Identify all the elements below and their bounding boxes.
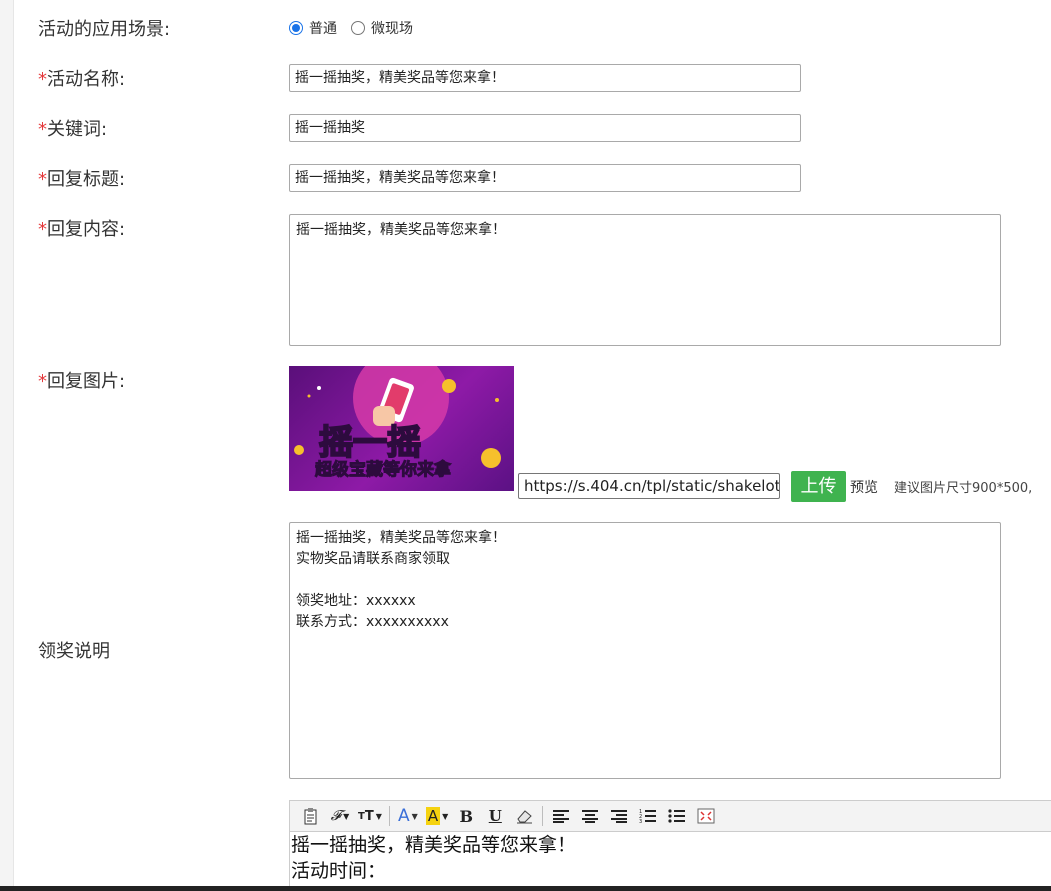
align-left-icon[interactable]: [550, 805, 572, 827]
underline-icon[interactable]: U: [484, 805, 506, 827]
unordered-list-icon[interactable]: [666, 805, 688, 827]
toolbar-separator: [542, 806, 544, 826]
keyword-input[interactable]: 摇一摇抽奖: [289, 114, 801, 142]
editor-line-2: 活动时间：: [291, 860, 387, 882]
left-border: [0, 0, 14, 891]
eraser-icon[interactable]: [513, 805, 535, 827]
banner-sub-text-1: 超级: [315, 459, 349, 480]
reply-image-label-text: 回复图片:: [47, 371, 126, 392]
window-bottom-edge: [0, 886, 1051, 891]
scene-radio-normal[interactable]: [289, 21, 303, 35]
editor-line-1: 摇一摇抽奖，精美奖品等您来拿！: [291, 834, 577, 856]
scene-radio-group: 普通 微现场: [289, 17, 423, 39]
image-size-hint: 建议图片尺寸900*500,: [894, 481, 1033, 496]
reply-title-input[interactable]: 摇一摇抽奖，精美奖品等您来拿！: [289, 164, 801, 192]
banner-sub-text-2: 宝藏: [349, 459, 383, 480]
fullscreen-icon[interactable]: [695, 805, 717, 827]
required-mark: *: [38, 219, 47, 240]
prize-info-label: 领奖说明: [38, 641, 110, 662]
required-mark: *: [38, 169, 47, 190]
preview-link[interactable]: 预览: [850, 477, 878, 497]
scene-radio-live[interactable]: [351, 21, 365, 35]
banner-sub-text-3: 等你来拿: [383, 459, 452, 480]
rich-editor-body[interactable]: 摇一摇抽奖，精美奖品等您来拿！ 活动时间：: [289, 832, 1051, 891]
upload-button[interactable]: 上传: [791, 471, 846, 502]
prize-info-textarea[interactable]: 摇一摇抽奖，精美奖品等您来拿！ 实物奖品请联系商家领取 领奖地址：xxxxxx …: [289, 522, 1001, 779]
ordered-list-icon[interactable]: 123: [637, 805, 659, 827]
shake-banner-graphic: 摇一摇 超级宝藏等你来拿: [294, 366, 501, 481]
reply-content-textarea[interactable]: 摇一摇抽奖，精美奖品等您来拿！: [289, 214, 1001, 346]
image-url-input[interactable]: https://s.404.cn/tpl/static/shakelott: [518, 473, 780, 499]
activity-name-input[interactable]: 摇一摇抽奖，精美奖品等您来拿！: [289, 64, 801, 92]
reply-title-label-text: 回复标题:: [47, 169, 126, 190]
font-size-icon[interactable]: T T ▼: [358, 805, 382, 827]
reply-content-label: *回复内容:: [38, 218, 125, 242]
bold-icon[interactable]: B: [455, 805, 477, 827]
scene-radio-normal-label[interactable]: 普通: [309, 18, 337, 38]
reply-image-label: *回复图片:: [38, 370, 125, 394]
required-mark: *: [38, 119, 47, 140]
paste-icon[interactable]: [300, 805, 322, 827]
keyword-label-text: 关键词:: [47, 119, 108, 140]
align-center-icon[interactable]: [579, 805, 601, 827]
align-right-icon[interactable]: [608, 805, 630, 827]
toolbar-separator: [388, 806, 390, 826]
svg-text:3: 3: [639, 819, 642, 824]
scene-radio-live-label[interactable]: 微现场: [371, 18, 413, 38]
activity-name-label: *活动名称:: [38, 68, 125, 92]
keyword-label: *关键词:: [38, 118, 107, 142]
scene-label: 活动的应用场景:: [38, 19, 171, 40]
required-mark: *: [38, 69, 47, 90]
reply-image-preview: 摇一摇 超级宝藏等你来拿: [289, 366, 514, 491]
activity-name-label-text: 活动名称:: [47, 69, 126, 90]
rich-editor-toolbar: 𝓕 ▼ T T ▼ A ▼ A ▼ B U 123: [289, 800, 1051, 832]
banner-main-text: 摇一摇: [319, 423, 421, 463]
svg-text:超级宝藏等你来拿: 超级宝藏等你来拿: [315, 459, 452, 480]
highlight-icon[interactable]: A ▼: [425, 805, 448, 827]
font-family-icon[interactable]: 𝓕 ▼: [329, 805, 351, 827]
reply-content-label-text: 回复内容:: [47, 219, 126, 240]
reply-title-label: *回复标题:: [38, 168, 125, 192]
font-color-icon[interactable]: A ▼: [397, 805, 419, 827]
required-mark: *: [38, 371, 47, 392]
